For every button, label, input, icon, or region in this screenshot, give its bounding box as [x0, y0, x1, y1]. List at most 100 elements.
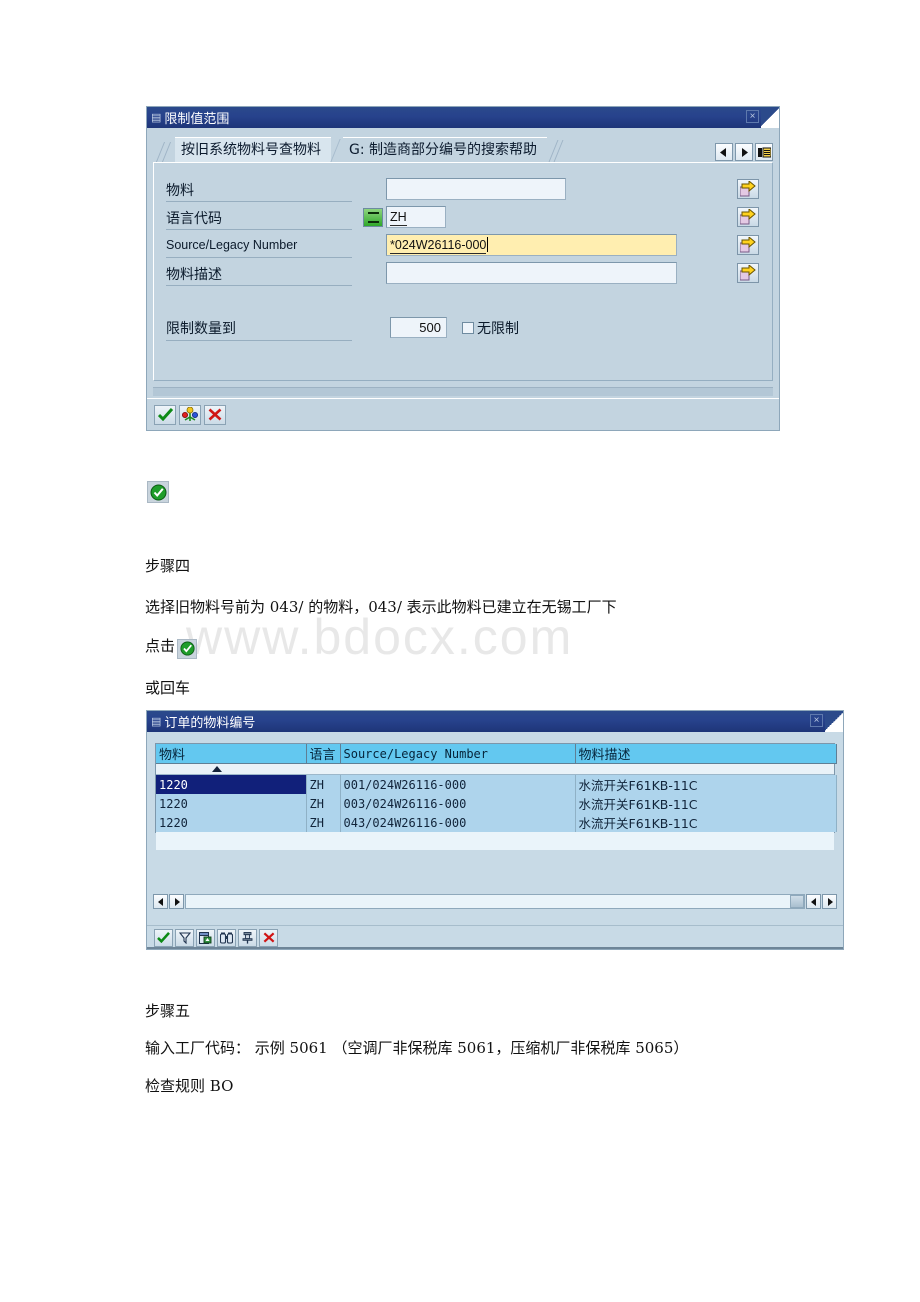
window-menu-icon[interactable]: ▤: [151, 715, 161, 728]
cell-language[interactable]: ZH: [306, 775, 341, 794]
tab-manufacturer-part-number-help[interactable]: G: 制造商部分编号的搜索帮助: [343, 137, 548, 162]
cell-description[interactable]: 水流开关F61KB-11C: [575, 775, 837, 794]
table-row[interactable]: 1220 ZH 001/024W26116-000 水流开关F61KB-11C: [156, 775, 837, 794]
input-material[interactable]: [386, 178, 566, 200]
cell-language[interactable]: ZH: [306, 813, 341, 832]
equals-icon: [367, 212, 379, 223]
grid-empty-area: [156, 832, 834, 850]
form-row-max-hits: 限制数量到 500 无限制: [154, 315, 772, 341]
scroll-right-page-button[interactable]: [806, 894, 821, 909]
order-material-number-dialog: ▤ 订单的物料编号 × 物料 语言 Source/Legacy Number 物…: [146, 710, 844, 950]
filter-icon: [178, 931, 191, 944]
close-icon[interactable]: ×: [746, 110, 759, 123]
tab-list-button[interactable]: [755, 143, 773, 161]
cancel-button[interactable]: [204, 404, 226, 425]
triangle-left-icon: [157, 897, 163, 906]
input-language-code-value: ZH: [390, 210, 407, 226]
column-header-source-legacy-number[interactable]: Source/Legacy Number: [340, 744, 576, 764]
scroll-thumb[interactable]: [790, 895, 804, 908]
find-button[interactable]: [217, 928, 236, 947]
next-tab-button[interactable]: [735, 143, 753, 161]
label-language-code: 语言代码: [166, 211, 222, 227]
tab-search-by-legacy-material[interactable]: 按旧系统物料号查物料: [175, 137, 331, 162]
input-material-description[interactable]: [386, 262, 677, 284]
form-row-source-legacy-number: Source/Legacy Number *024W26116-000: [154, 233, 772, 261]
value-help-button-material[interactable]: [737, 179, 759, 199]
green-check-icon: [157, 932, 170, 943]
dialog2-titlebar: ▤ 订单的物料编号 ×: [147, 711, 843, 732]
green-check-enter-icon-inline[interactable]: [177, 638, 198, 659]
dialog-titlebar: ▤ 限制值范围 ×: [147, 107, 779, 128]
results-grid: 物料 语言 Source/Legacy Number 物料描述 1220 ZH: [155, 743, 837, 850]
circle-check-icon: [179, 641, 195, 656]
operator-equals-button[interactable]: [363, 208, 383, 227]
value-help-button-material-description[interactable]: [737, 263, 759, 283]
window-menu-icon[interactable]: ▤: [151, 111, 161, 124]
cell-material[interactable]: 1220: [156, 813, 307, 832]
value-help-button-source-legacy-number[interactable]: [737, 235, 759, 255]
table-row[interactable]: 1220 ZH 003/024W26116-000 水流开关F61KB-11C: [156, 794, 837, 813]
cell-material[interactable]: 1220: [156, 775, 307, 794]
column-header-material[interactable]: 物料: [156, 744, 307, 764]
triangle-left-icon: [810, 897, 816, 906]
pin-button[interactable]: [238, 928, 257, 947]
filter-button[interactable]: [175, 928, 194, 947]
cell-legacy-number[interactable]: 003/024W26116-000: [340, 794, 576, 813]
multiple-selection-button[interactable]: [179, 404, 201, 425]
scroll-trough[interactable]: [185, 894, 805, 909]
checkbox-unlimited[interactable]: [462, 322, 474, 334]
scroll-left-page-button[interactable]: [169, 894, 184, 909]
form-row-material: 物料: [154, 177, 772, 205]
cell-language[interactable]: ZH: [306, 794, 341, 813]
triangle-right-icon: [174, 897, 180, 906]
triangle-right-icon: [742, 147, 748, 157]
dialog2-title: 订单的物料编号: [164, 716, 256, 731]
red-x-icon: [208, 408, 222, 421]
tab-separator: [331, 138, 343, 162]
column-header-material-description[interactable]: 物料描述: [575, 744, 837, 764]
triangle-right-icon: [827, 897, 833, 906]
cell-legacy-number[interactable]: 043/024W26116-000: [340, 813, 576, 832]
input-source-legacy-number[interactable]: *024W26116-000: [386, 234, 677, 256]
input-language-code[interactable]: ZH: [386, 206, 446, 228]
yellow-arrow-icon: [740, 181, 756, 197]
restrict-value-range-dialog: ▤ 限制值范围 × 按旧系统物料号查物料 G: 制造商部分编号的搜索帮助 物料 …: [146, 106, 780, 431]
table-header-row: 物料 语言 Source/Legacy Number 物料描述: [156, 744, 837, 764]
results-table: 物料 语言 Source/Legacy Number 物料描述: [156, 744, 837, 764]
tab-list-icon: [757, 147, 771, 157]
step5-title: 步骤五: [145, 1002, 191, 1020]
label-underline: [166, 285, 352, 286]
label-max-hits: 限制数量到: [166, 321, 236, 337]
execute-button[interactable]: [154, 404, 176, 425]
cancel-button[interactable]: [259, 928, 278, 947]
horizontal-scrollbar[interactable]: [153, 894, 837, 909]
dialog2-bottom-border: [147, 947, 843, 949]
titlebar-corner: [825, 711, 843, 732]
cell-legacy-number[interactable]: 001/024W26116-000: [340, 775, 576, 794]
cell-description[interactable]: 水流开关F61KB-11C: [575, 794, 837, 813]
copy-button[interactable]: [154, 928, 173, 947]
step4-or-enter: 或回车: [145, 679, 191, 697]
circle-check-icon: [150, 484, 166, 500]
checkbox-unlimited-wrapper[interactable]: 无限制: [462, 318, 519, 338]
green-check-enter-icon[interactable]: [147, 481, 169, 503]
input-max-hits[interactable]: 500: [390, 317, 447, 338]
scroll-left-button[interactable]: [153, 894, 168, 909]
column-header-language[interactable]: 语言: [306, 744, 341, 764]
step5-line1: 输入工厂代码： 示例 5061 （空调厂非保税库 5061，压缩机厂非保税库 5…: [145, 1039, 689, 1057]
label-underline: [166, 257, 352, 258]
triangle-left-icon: [720, 147, 726, 157]
sort-table-button[interactable]: [196, 928, 215, 947]
value-help-button-language-code[interactable]: [737, 207, 759, 227]
label-material: 物料: [166, 183, 194, 199]
cell-material[interactable]: 1220: [156, 794, 307, 813]
step4-click-prefix: 点击: [145, 637, 176, 655]
close-icon[interactable]: ×: [810, 714, 823, 727]
scroll-right-button[interactable]: [822, 894, 837, 909]
prev-tab-button[interactable]: [715, 143, 733, 161]
sort-ascending-icon: [212, 766, 222, 772]
table-row[interactable]: 1220 ZH 043/024W26116-000 水流开关F61KB-11C: [156, 813, 837, 832]
cell-description[interactable]: 水流开关F61KB-11C: [575, 813, 837, 832]
input-source-legacy-number-value: *024W26116-000: [390, 238, 487, 254]
dialog2-footer-toolbar: [147, 925, 843, 949]
